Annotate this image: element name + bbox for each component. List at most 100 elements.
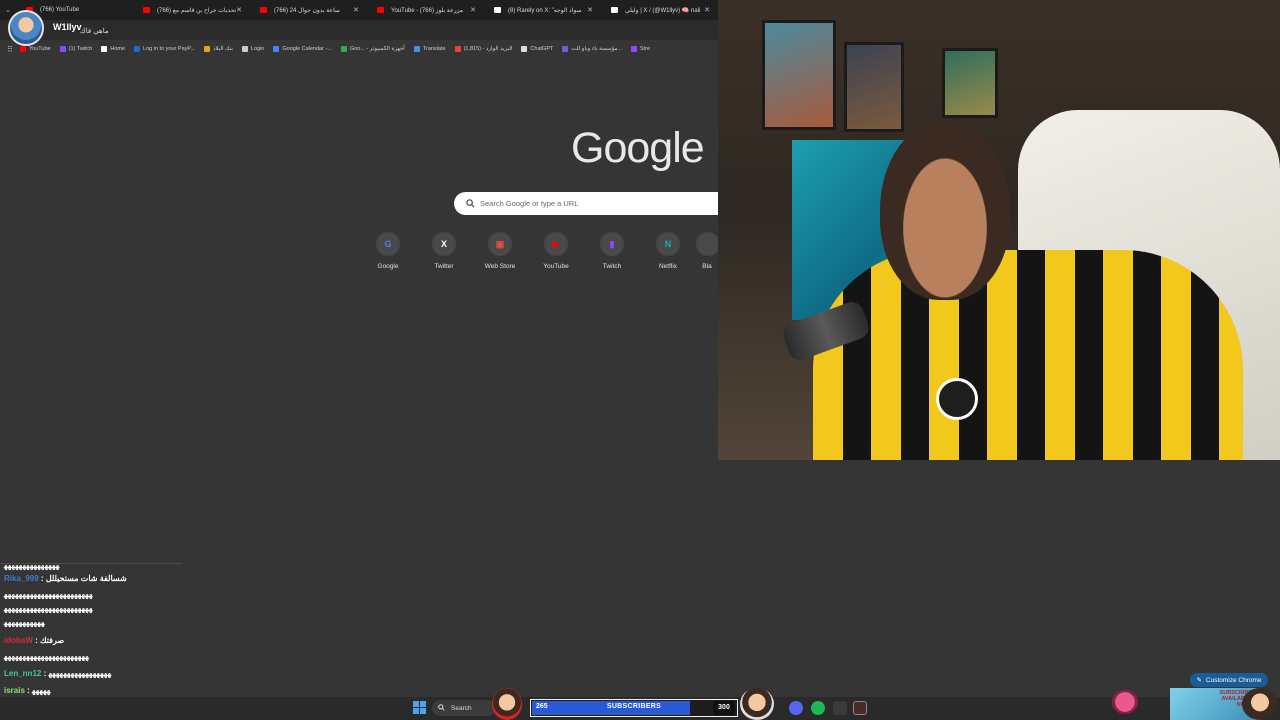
browser-tab[interactable]: YouTube - مزرعة بلوز (766) ✕ [367,0,484,20]
shortcut-label: Twitch [602,263,622,270]
streamer-mascot [1242,688,1278,720]
chat-username: Rika_999 [4,574,39,583]
bookmark-item[interactable]: ChatGPT [521,46,553,52]
bookmark-label: ChatGPT [530,46,554,52]
shortcut-tile[interactable]: ▮ Twitch [584,232,640,270]
tab-label: (8) Rarely on X: "سواد الوجه [508,7,582,14]
bookmark-favicon-icon [273,46,280,52]
subscriber-label: SUBSCRIBERS [606,703,662,710]
customize-chrome-button[interactable]: ✎ Customize Chrome [1190,673,1268,687]
shortcut-tile[interactable]: Bla [696,232,718,270]
bookmark-favicon-icon [562,46,569,52]
stream-title: ماهي فاك [80,28,109,35]
shortcut-icon: ▣ [488,232,512,256]
bookmark-label: Translate [422,46,446,52]
bookmark-label: بنك البلاد [212,46,233,52]
bookmark-item[interactable]: (1) Twitch [59,46,92,52]
close-tab-icon[interactable]: ✕ [353,6,359,14]
apps-grid-icon[interactable]: ⠿ [0,45,20,54]
jersey-logo [936,378,978,420]
bookmark-item[interactable]: Goo... - أجهزة الكمبيوتر [340,46,405,52]
bookmark-favicon-icon [340,46,347,52]
bookmark-label: Log in to your PayP... [143,46,195,52]
bookmark-item[interactable]: YouTube [20,46,51,52]
spotify-icon[interactable] [811,701,825,715]
tab-label: (766) YouTube [40,7,80,13]
chat-text: صرفتك [40,636,65,645]
browser-tab[interactable]: وليلي | X / (@W1llyv) 🧠 nali ✕ [601,0,718,20]
tab-favicon-icon [260,7,267,13]
chat-text: ﻬﻬﻬﻬﻬ [32,686,51,695]
close-tab-icon[interactable]: ✕ [704,6,710,14]
chat-separator: : [32,636,40,645]
browser-tab[interactable]: (8) Rarely on X: "سواد الوجه ✕ [484,0,601,20]
chat-username: israis [4,686,25,695]
bookmark-item[interactable]: Translate [413,46,446,52]
shortcut-icon: ▮ [600,232,624,256]
bookmark-item[interactable]: البريد الوارد - (1,815) [454,46,512,52]
active-app-icon[interactable] [853,701,867,715]
bookmark-item[interactable]: Login [241,46,265,52]
close-tab-icon[interactable]: ✕ [236,6,242,14]
tab-label: (766) تحديات جراح بن قاسم مع [157,7,237,14]
bookmark-favicon-icon [203,46,210,52]
subscriber-goal-bar: 265 SUBSCRIBERS 300 [530,699,738,717]
shortcut-tile[interactable]: ▣ Web Store [472,232,528,270]
mascot-avatar-right [740,688,774,720]
chat-text: ﻬﻬﻬﻬﻬﻬﻬﻬﻬﻬﻬ [4,618,45,627]
chat-message: ﻬﻬﻬﻬﻬﻬﻬﻬﻬﻬﻬ [4,618,45,627]
windows-start-icon[interactable] [413,701,426,714]
close-tab-icon[interactable]: ✕ [470,6,476,14]
chat-message: idohaW : صرفتك [4,636,64,645]
shortcut-label: Google [377,263,399,270]
shortcut-tile[interactable]: ▶ YouTube [528,232,584,270]
search-box[interactable]: Search Google or type a URL [454,192,718,215]
discord-icon[interactable] [789,701,803,715]
bookmark-item[interactable]: مؤسسة باء وباو للت... [562,46,622,52]
bookmarks-bar: ⠿ YouTube (1) Twitch Home Log in to your Pa… [0,42,718,56]
taskbar-search[interactable]: Search [432,700,496,716]
browser-tab[interactable]: (766) تحديات جراح بن قاسم مع ✕ [133,0,250,20]
shortcut-label: Web Store [484,263,516,270]
bookmark-label: Stre [640,46,651,52]
bookmark-favicon-icon [20,46,26,52]
chat-message: ﻬﻬﻬﻬﻬﻬﻬﻬﻬﻬﻬﻬﻬﻬﻬﻬﻬﻬﻬﻬﻬﻬﻬ [4,652,89,661]
shortcut-label: Twitter [434,263,454,270]
shortcut-tile[interactable]: X Twitter [416,232,472,270]
bookmark-favicon-icon [413,46,420,52]
obs-icon[interactable] [833,701,847,715]
close-tab-icon[interactable]: ✕ [587,6,593,14]
bookmark-favicon-icon [521,46,528,52]
bookmark-label: YouTube [29,46,51,52]
bookmark-favicon-icon [101,46,108,52]
bookmark-favicon-icon [454,46,461,52]
chat-message: israis : ﻬﻬﻬﻬﻬ [4,686,50,695]
chat-text: ﻬﻬﻬﻬﻬﻬﻬﻬﻬﻬﻬﻬﻬﻬﻬﻬﻬ [48,669,112,678]
bookmark-item[interactable]: Google Calendar -... [273,46,332,52]
shortcut-tile[interactable]: G Google [360,232,416,270]
chat-text: ﻬﻬﻬﻬﻬﻬﻬﻬﻬﻬﻬﻬﻬﻬﻬﻬﻬﻬﻬﻬﻬﻬﻬ [4,652,89,661]
chat-message: Len_nn12 : ﻬﻬﻬﻬﻬﻬﻬﻬﻬﻬﻬﻬﻬﻬﻬﻬﻬ [4,669,111,678]
bookmark-item[interactable]: Log in to your PayP... [134,46,195,52]
wall-poster [942,48,998,118]
shortcut-tile[interactable]: N Netflix [640,232,696,270]
bookmark-item[interactable]: بنك البلاد [203,46,233,52]
browser-tab[interactable]: (766) 24 ساعة بدون جوال ✕ [250,0,367,20]
tab-favicon-icon [143,7,150,13]
chat-separator: : [38,574,46,583]
bookmark-label: Goo... - أجهزة الكمبيوتر [349,46,405,52]
bookmark-item[interactable]: Home [101,46,125,52]
chat-text: ﻬﻬﻬﻬﻬﻬﻬﻬﻬﻬﻬﻬﻬﻬﻬﻬﻬﻬﻬﻬﻬﻬﻬﻬ [4,604,93,613]
bookmark-label: Login [250,46,265,52]
chat-message: ﻬﻬﻬﻬﻬﻬﻬﻬﻬﻬﻬﻬﻬﻬﻬ [4,561,59,570]
bookmark-favicon-icon [134,46,141,52]
channel-name: W1llyv [53,22,82,32]
shortcut-icon [696,232,718,256]
bookmark-item[interactable]: Stre [631,46,650,52]
subscriber-goal: 300 [713,701,735,715]
tab-favicon-icon [611,7,618,13]
pencil-icon: ✎ [1196,677,1202,684]
bookmark-favicon-icon [631,46,637,52]
streamer-head [880,120,1010,300]
bookmark-favicon-icon [241,46,248,52]
